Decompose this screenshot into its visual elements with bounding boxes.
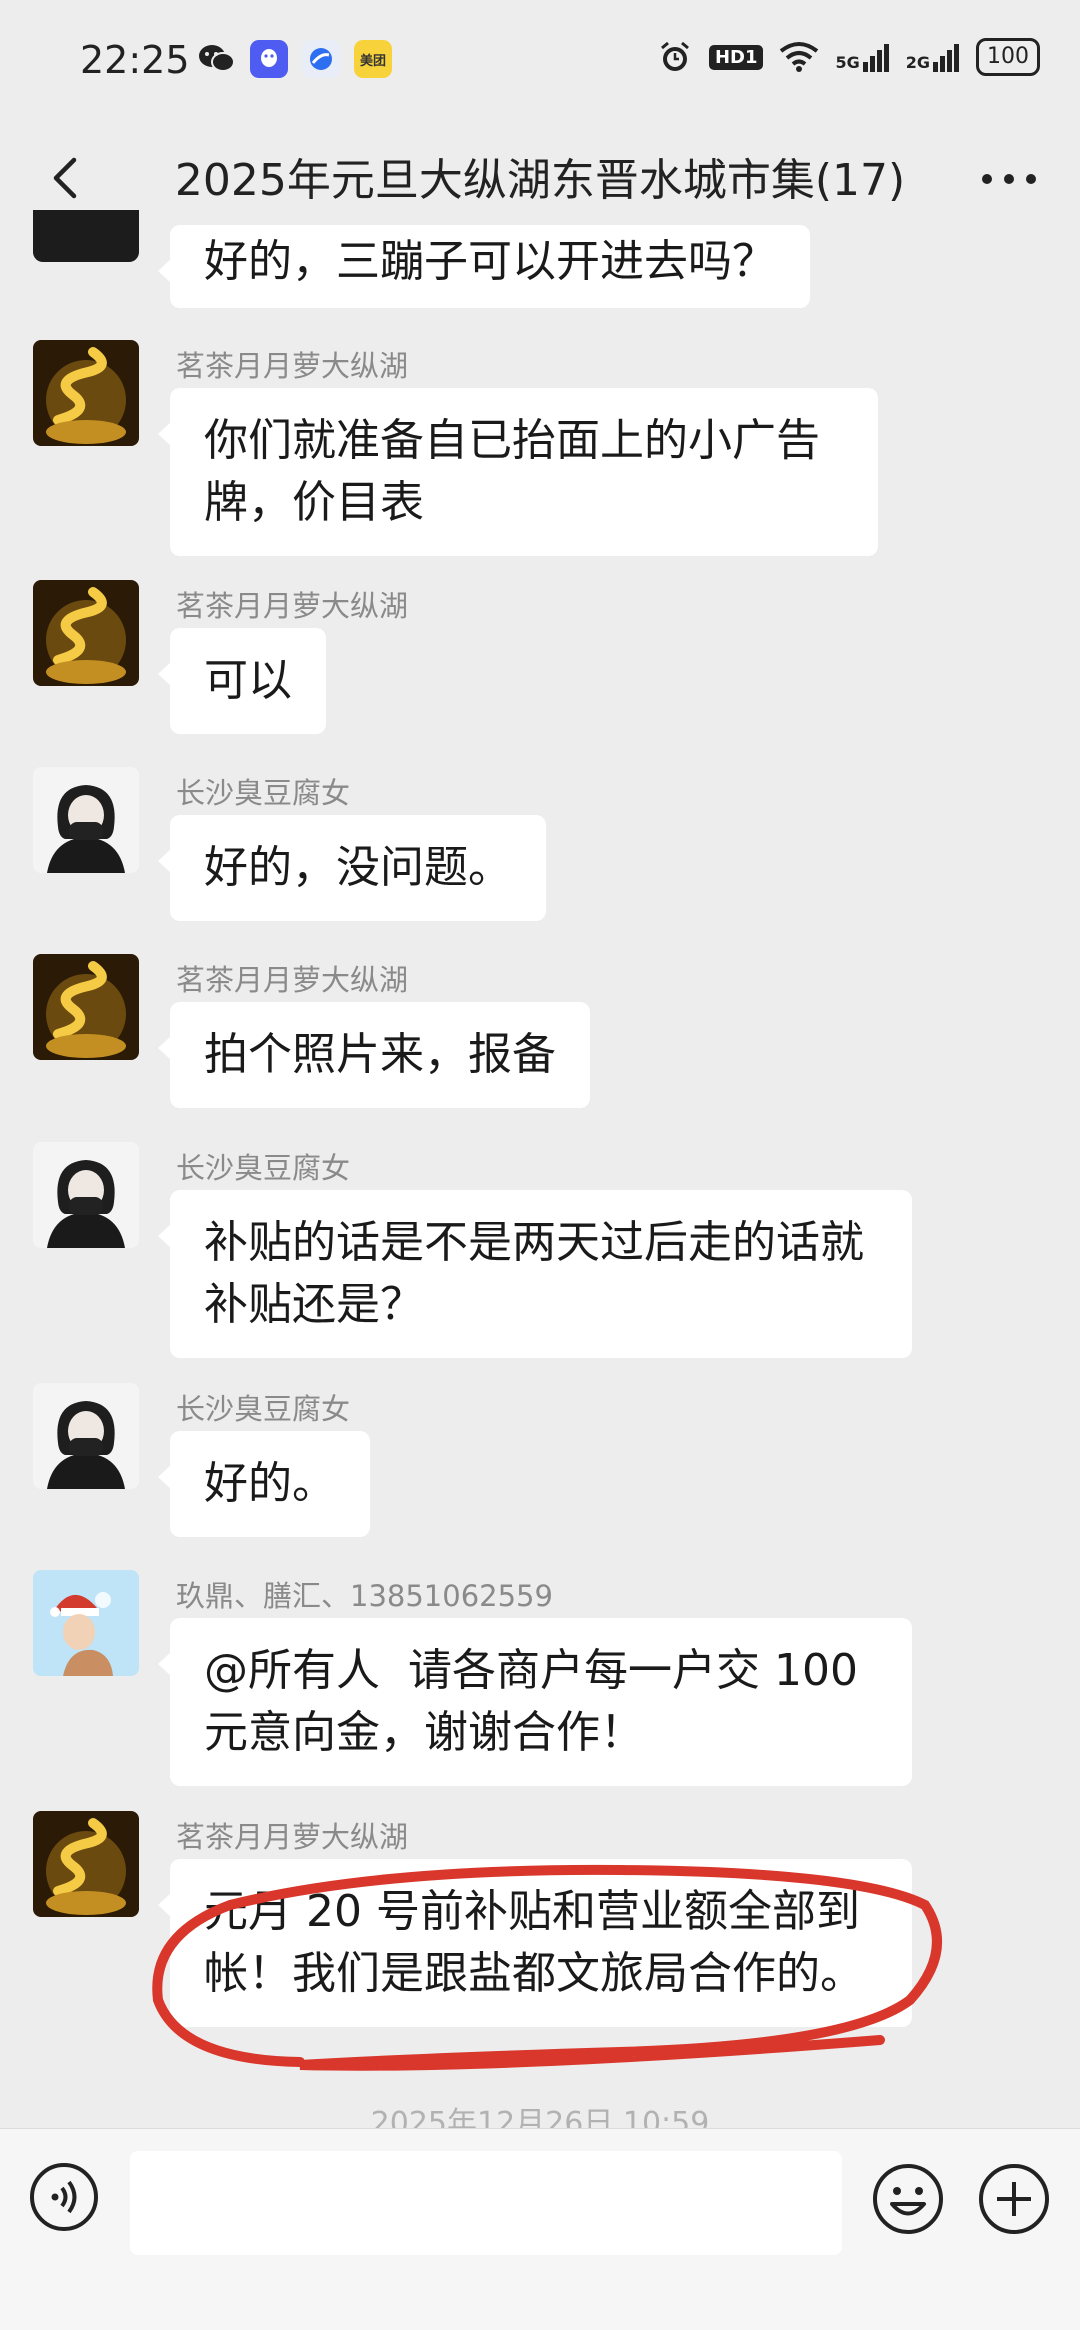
avatar[interactable] [33, 954, 139, 1060]
girl-avatar [33, 767, 139, 873]
message-bubble[interactable]: 元月 20 号前补贴和营业额全部到 帐！我们是跟盐都文旅局合作的。 [158, 1859, 912, 2027]
more-dots-icon [982, 174, 1036, 184]
emoji-icon [873, 2164, 943, 2234]
plus-button[interactable] [976, 2161, 1052, 2237]
chat-input-bar [0, 2128, 1080, 2269]
avatar[interactable] [33, 580, 139, 686]
girl-avatar [33, 1383, 139, 1489]
voice-icon [30, 2163, 98, 2231]
message-bubble[interactable]: 好的，三蹦子可以开进去吗？ [158, 225, 810, 308]
gold-dragon-avatar [33, 340, 139, 446]
avatar[interactable] [33, 1142, 139, 1248]
alarm-icon [660, 41, 689, 71]
avatar[interactable] [33, 1811, 139, 1917]
sender-name: 茗茶月月萝大纵湖 [176, 349, 409, 383]
wifi-icon [780, 42, 819, 72]
avatar[interactable] [33, 1383, 139, 1489]
sender-name: 玖鼎、膳汇、13851062559 [176, 1579, 553, 1613]
gold-dragon-avatar [33, 1811, 139, 1917]
avatar[interactable] [33, 1570, 139, 1676]
message-bubble[interactable]: 拍个照片来，报备 [158, 1002, 590, 1108]
signal-bars-icon [862, 44, 889, 72]
qq-icon [250, 40, 288, 78]
message-bubble[interactable]: @所有人 请各商户每一户交 100 元意向金，谢谢合作！ [158, 1618, 912, 1786]
message-bubble[interactable]: 你们就准备自已抬面上的小广告 牌，价目表 [158, 388, 878, 556]
plus-icon [979, 2164, 1049, 2234]
gold-dragon-avatar [33, 954, 139, 1060]
chat-header: 2025年元旦大纵湖东晋水城市集(17) [0, 120, 1080, 238]
message-bubble[interactable]: 可以 [158, 628, 326, 734]
sender-name: 茗茶月月萝大纵湖 [176, 1820, 409, 1854]
navigation-bar [0, 2268, 1080, 2330]
avatar[interactable] [33, 767, 139, 873]
battery-indicator: 100 [976, 38, 1040, 76]
signal-2g: 2G [906, 42, 960, 72]
voice-button[interactable] [28, 2161, 100, 2233]
browser-icon [302, 40, 340, 78]
message-bubble[interactable]: 好的。 [158, 1431, 370, 1537]
meituan-icon: 美团 [354, 40, 392, 78]
message-input[interactable] [130, 2151, 842, 2255]
status-time: 22:25 [80, 38, 190, 82]
message-bubble[interactable]: 补贴的话是不是两天过后走的话就 补贴还是？ [158, 1190, 912, 1358]
avatar[interactable] [33, 210, 139, 262]
message-bubble[interactable]: 好的，没问题。 [158, 815, 546, 921]
avatar[interactable] [33, 340, 139, 446]
signal-bars-icon [933, 44, 959, 72]
status-bar: 22:25 美团 HD1 5G 2G 100 [0, 0, 1080, 120]
sender-name: 茗茶月月萝大纵湖 [176, 963, 409, 997]
sender-name: 长沙臭豆腐女 [176, 776, 351, 810]
signal-5g: 5G [835, 42, 889, 72]
emoji-button[interactable] [870, 2161, 946, 2237]
santa-avatar [33, 1570, 139, 1676]
chat-title: 2025年元旦大纵湖东晋水城市集(17) [174, 155, 906, 206]
notification-icons: 美团 [198, 40, 392, 78]
chevron-left-icon [53, 157, 77, 199]
wechat-icon [198, 40, 236, 78]
hd-badge: HD1 [708, 44, 764, 70]
sender-name: 长沙臭豆腐女 [176, 1392, 351, 1426]
sender-name: 长沙臭豆腐女 [176, 1151, 351, 1185]
girl-avatar [33, 1142, 139, 1248]
sender-name: 茗茶月月萝大纵湖 [176, 589, 409, 623]
more-button[interactable] [974, 154, 1044, 204]
back-button[interactable] [38, 148, 98, 208]
gold-dragon-avatar [33, 580, 139, 686]
system-icons: HD1 5G 2G 100 [657, 38, 1040, 76]
